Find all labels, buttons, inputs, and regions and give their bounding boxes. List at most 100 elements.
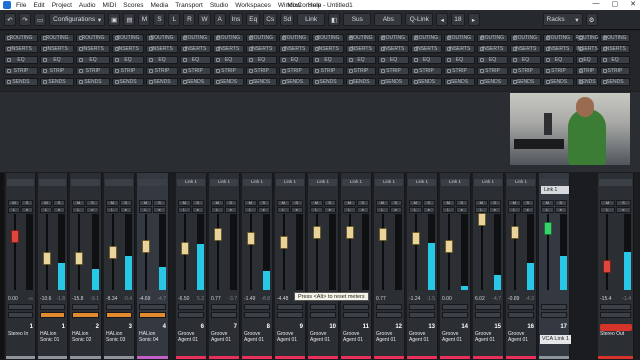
peak-value[interactable]: -1.5 — [426, 296, 435, 302]
racks-select[interactable]: Racks ▾ — [542, 13, 583, 26]
rack-strip-cell[interactable]: STRIP — [146, 67, 178, 75]
edit-button[interactable]: e — [153, 207, 166, 213]
rack-eq-cell[interactable]: EQ — [576, 56, 598, 64]
menu-file[interactable]: File — [16, 2, 26, 9]
rack-routing-cell[interactable]: ROUTING — [477, 34, 508, 42]
rack-inserts-cell[interactable]: INSERTS — [4, 45, 38, 53]
maximize-icon[interactable]: ▢ — [612, 0, 619, 8]
listen-button[interactable]: L — [600, 207, 615, 213]
rack-routing-cell[interactable]: ROUTING — [444, 34, 475, 42]
channel-name[interactable]: Groove Agent 01 — [409, 331, 435, 343]
rack-strip-cell[interactable]: STRIP — [312, 67, 344, 75]
fader-cap[interactable] — [280, 236, 288, 249]
fader-track[interactable] — [217, 214, 219, 290]
mute-button[interactable]: M — [72, 200, 85, 206]
mute-button[interactable]: M — [376, 200, 389, 206]
rack-routing-cell[interactable]: ROUTING — [411, 34, 442, 42]
listen-button[interactable]: L — [541, 207, 554, 213]
fader-cap[interactable] — [181, 242, 189, 255]
volume-value[interactable]: -8.34 — [106, 296, 117, 302]
channel-slot[interactable] — [244, 312, 270, 318]
link-button[interactable]: Link — [297, 13, 326, 26]
menu-workspaces[interactable]: Workspaces — [235, 2, 271, 9]
rack-sends-cell[interactable]: SENDS — [279, 78, 310, 86]
channel-slot[interactable] — [8, 312, 33, 318]
configurations-select[interactable]: Configurations ▾ — [49, 13, 106, 26]
rack-inserts-cell[interactable]: INSERTS — [146, 45, 178, 53]
channel-name[interactable]: Groove Agent 01 — [508, 331, 534, 343]
rack-sends-cell[interactable]: SENDS — [444, 78, 475, 86]
automation-slot[interactable] — [376, 304, 402, 310]
rack-strip-cell[interactable]: STRIP — [477, 67, 508, 75]
solo-button[interactable]: S — [455, 200, 468, 206]
listen-button[interactable]: L — [168, 13, 181, 26]
rack-routing-cell[interactable]: ROUTING — [213, 34, 244, 42]
edit-button[interactable]: e — [290, 207, 303, 213]
channel-slot[interactable] — [139, 312, 166, 318]
channel-link-header[interactable]: Link 1 — [243, 179, 271, 186]
rack-sends-cell[interactable]: SENDS — [411, 78, 442, 86]
rack-eq-cell[interactable]: EQ — [4, 56, 38, 64]
channel-slot[interactable] — [72, 312, 99, 318]
rack-sends-cell[interactable]: SENDS — [146, 78, 178, 86]
listen-button[interactable]: L — [40, 207, 52, 213]
rack-inserts-cell[interactable]: INSERTS — [279, 45, 310, 53]
solo-button[interactable]: S — [356, 200, 369, 206]
rack-routing-cell[interactable]: ROUTING — [543, 34, 574, 42]
edit-button[interactable]: e — [224, 207, 237, 213]
fader-track[interactable] — [14, 214, 16, 290]
volume-value[interactable]: 6.02 — [475, 296, 485, 302]
rack-inserts-cell[interactable]: INSERTS — [477, 45, 508, 53]
save-config-icon[interactable]: ▣ — [108, 13, 121, 26]
rack-routing-cell[interactable]: ROUTING — [76, 34, 110, 42]
rack-inserts-cell[interactable]: INSERTS — [246, 45, 277, 53]
automation-slot[interactable] — [475, 304, 501, 310]
automation-slot[interactable] — [8, 304, 33, 310]
rack-inserts-cell[interactable]: INSERTS — [378, 45, 409, 53]
fader-cap[interactable] — [109, 246, 117, 259]
peak-value[interactable]: -4.3 — [525, 296, 534, 302]
peak-value[interactable]: -8.8 — [261, 296, 270, 302]
edit-button[interactable]: e — [323, 207, 336, 213]
channel-name[interactable]: Groove Agent 01 — [343, 331, 369, 343]
peak-value[interactable]: -4.7 — [492, 296, 501, 302]
automation-slot[interactable] — [409, 304, 435, 310]
solo-button[interactable]: S — [257, 200, 270, 206]
automation-slot[interactable] — [600, 304, 631, 310]
mute-button[interactable]: M — [475, 200, 488, 206]
edit-button[interactable]: e — [356, 207, 369, 213]
rack-sends-cell[interactable]: SENDS — [40, 78, 74, 86]
rack-strip-cell[interactable]: STRIP — [4, 67, 38, 75]
listen-button[interactable]: L — [72, 207, 85, 213]
channel-link-header[interactable]: Link 1 — [408, 179, 436, 186]
channel-slot[interactable] — [178, 312, 204, 318]
channel-link-header[interactable]: Link 1 — [276, 179, 304, 186]
channel-name[interactable]: Groove Agent 01 — [178, 331, 204, 343]
channel-name[interactable]: Groove Agent 01 — [376, 331, 402, 343]
suspend-button[interactable]: Sus — [343, 13, 372, 26]
rack-inserts-cell[interactable]: INSERTS — [180, 45, 211, 53]
rack-routing-cell[interactable]: ROUTING — [346, 34, 376, 42]
rack-sends-cell[interactable]: SENDS — [543, 78, 574, 86]
listen-button[interactable]: L — [376, 207, 389, 213]
mute-button[interactable]: M — [8, 200, 20, 206]
edit-button[interactable]: e — [554, 207, 567, 213]
rack-routing-cell[interactable]: ROUTING — [146, 34, 178, 42]
rack-eq-cell[interactable]: EQ — [444, 56, 475, 64]
listen-button[interactable]: L — [442, 207, 455, 213]
channel-name[interactable]: Stereo Out — [600, 331, 631, 337]
channel-name[interactable]: HALion Sonic 02 — [72, 331, 99, 343]
channel-link-header[interactable]: Link 1 — [309, 179, 337, 186]
rack-eq-cell[interactable]: EQ — [246, 56, 277, 64]
channel-name[interactable]: Groove Agent 01 — [475, 331, 501, 343]
automation-slot[interactable] — [72, 304, 99, 310]
fader-cap[interactable] — [445, 240, 453, 253]
channel-slot[interactable] — [600, 312, 631, 318]
rack-eq-cell[interactable]: EQ — [510, 56, 541, 64]
mute-all-button[interactable]: M — [138, 13, 151, 26]
fader-cap[interactable] — [603, 260, 611, 273]
channel-link-header[interactable] — [71, 179, 100, 186]
rack-inserts-cell[interactable]: INSERTS — [312, 45, 344, 53]
rack-strip-cell[interactable]: STRIP — [411, 67, 442, 75]
solo-button[interactable]: S — [224, 200, 237, 206]
